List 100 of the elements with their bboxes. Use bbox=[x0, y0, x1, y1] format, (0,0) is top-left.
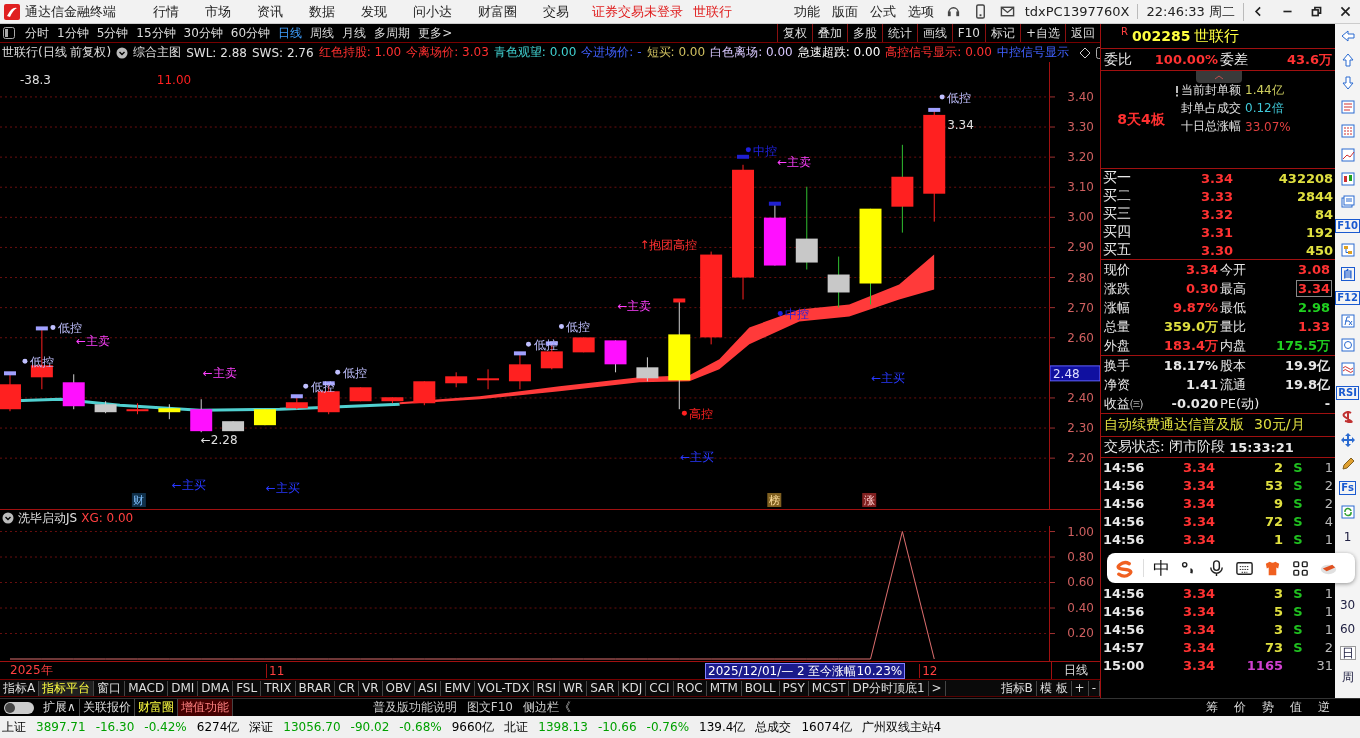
indicator-tab[interactable]: MACD bbox=[125, 680, 169, 696]
indicator-tab[interactable]: PSY bbox=[779, 680, 809, 696]
toolbar-button[interactable]: Fs bbox=[1339, 481, 1356, 496]
toggle-switch[interactable] bbox=[4, 701, 34, 714]
period-shortcut[interactable]: 30 bbox=[1337, 598, 1358, 613]
indicator-tab[interactable]: VOL-TDX bbox=[474, 680, 534, 696]
microphone-icon[interactable] bbox=[1207, 558, 1226, 578]
period-tab[interactable]: 多周期 bbox=[370, 24, 415, 42]
link[interactable]: 图文F10 bbox=[466, 699, 513, 716]
panel-tab[interactable]: 逆 bbox=[1318, 699, 1330, 716]
indicator-name[interactable]: 洗毕启动JS bbox=[18, 509, 78, 527]
chart-button[interactable]: F10 bbox=[951, 24, 985, 42]
period-shortcut[interactable]: 周 bbox=[1339, 669, 1356, 684]
panel-toggle-icon[interactable] bbox=[3, 27, 15, 39]
period-tab[interactable]: 日线 bbox=[274, 24, 307, 42]
menu-item[interactable]: 行情 bbox=[153, 2, 179, 21]
period-shortcut[interactable]: 1 bbox=[1341, 529, 1354, 544]
period-tab[interactable]: 分时 bbox=[21, 24, 53, 42]
toolbar-button[interactable]: RSI bbox=[1336, 385, 1359, 400]
period-tab[interactable]: 更多> bbox=[414, 24, 457, 42]
event-marker[interactable]: 涨 bbox=[862, 493, 877, 507]
toolbar-button[interactable]: F10 bbox=[1335, 219, 1360, 234]
promo-price[interactable]: 30元/月 bbox=[1254, 416, 1305, 434]
chart-button[interactable]: 统计 bbox=[881, 24, 917, 42]
panel-tab[interactable]: 值 bbox=[1290, 699, 1302, 716]
indicator-tab[interactable]: KDJ bbox=[618, 680, 647, 696]
apps-grid-icon[interactable] bbox=[1291, 558, 1310, 578]
menu-item[interactable]: 功能 bbox=[793, 2, 820, 21]
windows-icon[interactable] bbox=[1339, 194, 1356, 211]
stock-link[interactable]: 世联行 bbox=[693, 2, 732, 21]
period-tab[interactable]: 5分钟 bbox=[92, 24, 133, 42]
pencil-icon[interactable] bbox=[1339, 456, 1356, 473]
panel-tab[interactable]: 价 bbox=[1234, 699, 1246, 716]
period-tab[interactable]: 周线 bbox=[306, 24, 339, 42]
mail-icon[interactable] bbox=[999, 4, 1015, 19]
login-notice[interactable]: 证券交易未登录 bbox=[592, 2, 683, 21]
chevron-down-icon[interactable] bbox=[116, 46, 129, 59]
indicator-tab[interactable]: FSL bbox=[233, 680, 262, 696]
indicator-tab[interactable]: OBV bbox=[382, 680, 416, 696]
indicator-tab[interactable]: ASI bbox=[415, 680, 442, 696]
period-shortcut[interactable]: 60 bbox=[1337, 622, 1358, 637]
refresh-icon[interactable] bbox=[1339, 503, 1356, 520]
indicator-tab[interactable]: 模 板 bbox=[1036, 680, 1072, 696]
indicator-tab[interactable]: SAR bbox=[587, 680, 619, 696]
wave-chart-icon[interactable] bbox=[1339, 361, 1356, 378]
chart-button[interactable]: 返回 bbox=[1065, 24, 1100, 42]
restore-icon[interactable] bbox=[1310, 5, 1323, 18]
link[interactable]: 侧边栏《 bbox=[522, 699, 571, 716]
indicator-tab[interactable]: DMA bbox=[198, 680, 234, 696]
menu-item[interactable]: 发现 bbox=[361, 2, 387, 21]
period-tab[interactable]: 1分钟 bbox=[53, 24, 93, 42]
input-mode-toggle[interactable]: 中 bbox=[1153, 556, 1170, 580]
indicator-tab[interactable]: DMI bbox=[168, 680, 199, 696]
promo-text[interactable]: 自动续费通达信普及版 bbox=[1104, 416, 1244, 434]
chart-button[interactable]: 画线 bbox=[916, 24, 952, 42]
period-tab[interactable]: 15分钟 bbox=[132, 24, 180, 42]
chart-button[interactable]: 标记 bbox=[984, 24, 1020, 42]
indicator-tab[interactable]: 指标平台 bbox=[39, 680, 95, 696]
indicator-tab[interactable]: TRIX bbox=[261, 680, 296, 696]
indicator-tab[interactable]: MCST bbox=[808, 680, 850, 696]
menu-item[interactable]: 交易 bbox=[543, 2, 569, 21]
menu-item[interactable]: 公式 bbox=[869, 2, 896, 21]
ime-logo-icon[interactable] bbox=[1115, 558, 1134, 578]
candlestick-icon[interactable] bbox=[1339, 170, 1356, 187]
chart-button[interactable]: 多股 bbox=[846, 24, 882, 42]
indicator-tab[interactable]: MTM bbox=[706, 680, 742, 696]
indicator-tab[interactable]: CR bbox=[335, 680, 359, 696]
chevron-down-icon[interactable] bbox=[2, 512, 14, 524]
indicator-tab[interactable]: RSI bbox=[533, 680, 560, 696]
indicator-name[interactable]: 综合主图 bbox=[133, 44, 182, 61]
formula-icon[interactable] bbox=[1339, 313, 1356, 330]
diamond-icon[interactable] bbox=[1078, 46, 1091, 59]
move-icon[interactable] bbox=[1339, 432, 1356, 449]
indicator-tab[interactable]: CCI bbox=[646, 680, 674, 696]
event-marker[interactable]: 榜 bbox=[767, 493, 782, 507]
indicator-tab[interactable]: BOLL bbox=[741, 680, 780, 696]
indicator-tab[interactable]: WR bbox=[560, 680, 588, 696]
menu-item[interactable]: 数据 bbox=[309, 2, 335, 21]
menu-item[interactable]: 选项 bbox=[907, 2, 934, 21]
panel-tab[interactable]: 势 bbox=[1262, 699, 1274, 716]
indicator-tab[interactable]: 窗口 bbox=[94, 680, 126, 696]
menu-item[interactable]: 版面 bbox=[831, 2, 858, 21]
event-marker[interactable]: 财 bbox=[131, 493, 146, 507]
toolbar-button[interactable]: F12 bbox=[1335, 290, 1360, 305]
scroll-right-button[interactable]: > bbox=[928, 680, 946, 696]
chart-button[interactable]: +自选 bbox=[1019, 24, 1065, 42]
toolbar-button[interactable]: 自 bbox=[1340, 266, 1355, 281]
left-arrow-icon[interactable] bbox=[1339, 27, 1356, 44]
toolbar-button[interactable]: 增值功能 bbox=[177, 699, 233, 716]
menu-item[interactable]: 资讯 bbox=[257, 2, 283, 21]
menu-item[interactable]: 财富圈 bbox=[478, 2, 517, 21]
period-tab[interactable]: 30分钟 bbox=[179, 24, 227, 42]
indicator-tab[interactable]: DP分时顶底1 bbox=[849, 680, 929, 696]
indicator-tab[interactable]: VR bbox=[358, 680, 383, 696]
chart-button[interactable]: 复权 bbox=[776, 24, 812, 42]
indicator-tab[interactable]: 指标B bbox=[997, 680, 1037, 696]
line-chart-icon[interactable] bbox=[1339, 146, 1356, 163]
period-shortcut[interactable]: 日 bbox=[1339, 646, 1356, 660]
down-arrow-icon[interactable] bbox=[1339, 75, 1356, 92]
close-icon[interactable] bbox=[1339, 5, 1352, 18]
